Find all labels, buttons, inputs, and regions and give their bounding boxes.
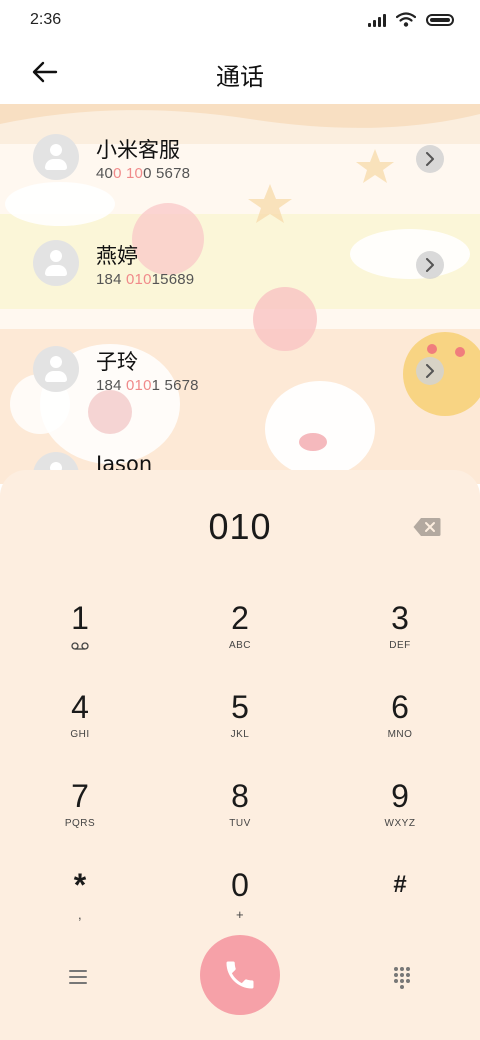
key-7[interactable]: 7 PQRS [20,778,140,858]
key-star[interactable]: * , [20,867,140,947]
contact-name: 小米客服 [96,138,180,162]
contact-number: 184 0101 5678 [96,377,199,394]
key-3[interactable]: 3 DEF [340,600,460,680]
menu-icon [69,970,87,984]
contact-detail-button[interactable] [416,251,444,279]
contact-row-yanting[interactable]: 燕婷 184 01015689 [0,210,480,316]
avatar [33,346,79,392]
status-bar: 2:36 [0,0,480,42]
keypad-icon [394,967,410,989]
contact-detail-button[interactable] [416,357,444,385]
contact-list[interactable]: 小米客服 400 100 5678 燕婷 184 01015689 子玲 184… [0,104,480,484]
page-title: 通话 [216,63,264,91]
contact-detail-button[interactable] [416,145,444,173]
dialpad-panel: 010 1 2 ABC 3 DEF 4 GHI 5 JKL 6 MNO 7 PQ… [0,470,480,1040]
key-5[interactable]: 5 JKL [180,689,300,769]
contact-number: 400 100 5678 [96,165,191,182]
chevron-right-icon [426,258,434,272]
contact-number: 184 01015689 [96,271,195,288]
chevron-right-icon [426,152,434,166]
status-icons [368,12,454,27]
chevron-right-icon [426,364,434,378]
voicemail-icon [71,642,89,650]
key-9[interactable]: 9 WXYZ [340,778,460,858]
backspace-button[interactable] [413,517,441,537]
contact-row-xiaomi-service[interactable]: 小米客服 400 100 5678 [0,104,480,210]
phone-icon [226,961,254,989]
contact-name: 燕婷 [96,244,138,268]
call-button[interactable] [200,935,280,1015]
contact-name: 子玲 [96,350,138,374]
contact-row-ziling[interactable]: 子玲 184 0101 5678 [0,316,480,422]
key-hash[interactable]: # [340,867,460,947]
avatar [33,134,79,180]
avatar [33,240,79,286]
key-1[interactable]: 1 [20,600,140,680]
dialed-number-display: 010 [208,506,272,547]
keypad-toggle-button[interactable] [388,963,416,991]
backspace-icon [413,518,441,536]
key-8[interactable]: 8 TUV [180,778,300,858]
key-2[interactable]: 2 ABC [180,600,300,680]
header: 通话 [0,42,480,104]
signal-icon [368,13,386,27]
menu-button[interactable] [64,963,92,991]
battery-icon [426,13,454,26]
status-time: 2:36 [30,11,62,28]
key-4[interactable]: 4 GHI [20,689,140,769]
wifi-icon [396,12,416,27]
key-6[interactable]: 6 MNO [340,689,460,769]
